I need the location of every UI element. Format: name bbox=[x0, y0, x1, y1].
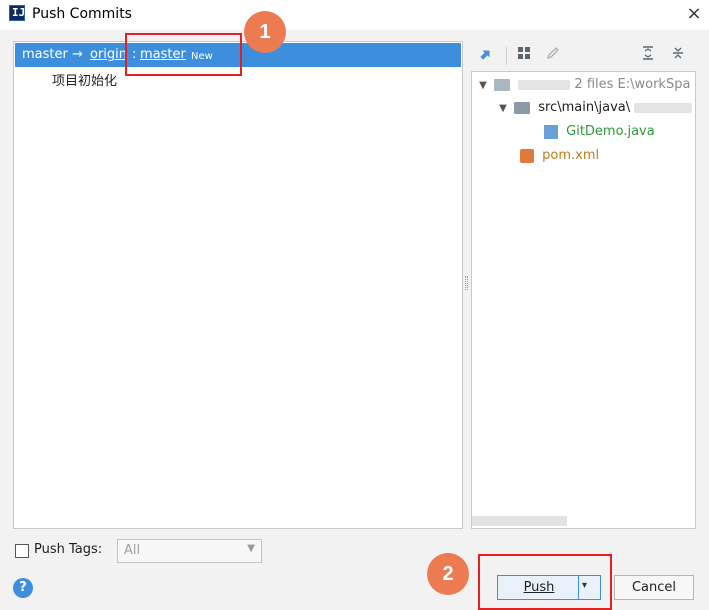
intellij-app-icon: IJ bbox=[9, 5, 25, 21]
push-tags-label: Push Tags: bbox=[34, 542, 103, 557]
push-tags-checkbox[interactable] bbox=[15, 544, 29, 558]
chevron-down-icon[interactable]: ▼ bbox=[496, 98, 510, 120]
expand-all-icon[interactable] bbox=[638, 46, 658, 66]
horizontal-scrollbar[interactable] bbox=[472, 516, 567, 526]
annotation-step-1: 1 bbox=[244, 11, 286, 53]
group-by-icon[interactable] bbox=[514, 46, 534, 66]
tree-file-row[interactable]: GitDemo.java bbox=[544, 121, 655, 143]
commits-panel: master → origin : master New 项目初始化 bbox=[13, 41, 463, 529]
local-branch: master bbox=[22, 47, 68, 62]
java-file-icon bbox=[544, 124, 558, 139]
xml-file-icon bbox=[520, 148, 534, 163]
cancel-button[interactable]: Cancel bbox=[614, 575, 694, 600]
redacted-name bbox=[518, 79, 571, 90]
tags-select[interactable]: All ▼ bbox=[117, 539, 262, 563]
edit-icon[interactable] bbox=[543, 46, 563, 66]
file-name: GitDemo.java bbox=[566, 124, 655, 139]
folder-path: src\main\java\ bbox=[538, 100, 631, 115]
redacted-path bbox=[634, 102, 693, 113]
annotation-step-2: 2 bbox=[427, 553, 469, 595]
tree-file-row[interactable]: pom.xml bbox=[520, 145, 599, 167]
window-title: Push Commits bbox=[32, 6, 132, 22]
tags-select-value: All bbox=[124, 543, 141, 558]
arrow-icon: → bbox=[72, 47, 83, 62]
annotation-box-1 bbox=[125, 33, 242, 76]
arrows-icon[interactable] bbox=[476, 46, 496, 66]
file-name: pom.xml bbox=[542, 148, 600, 163]
annotation-box-2 bbox=[478, 554, 612, 610]
module-folder-icon bbox=[494, 78, 511, 91]
tree-root-row[interactable]: ▼ 2 files E:\workSpa bbox=[476, 74, 690, 96]
help-icon[interactable]: ? bbox=[13, 578, 33, 598]
toolbar-separator bbox=[506, 47, 507, 65]
changed-files-panel: ▼ 2 files E:\workSpa ▼ src\main\java\ Gi… bbox=[471, 71, 696, 529]
close-icon[interactable]: × bbox=[684, 3, 704, 25]
files-toolbar bbox=[471, 41, 696, 71]
remote-link[interactable]: origin bbox=[90, 47, 127, 63]
collapse-all-icon[interactable] bbox=[668, 46, 688, 66]
splitter-handle[interactable] bbox=[465, 276, 468, 290]
commit-row[interactable]: 项目初始化 bbox=[52, 70, 117, 89]
root-summary: 2 files E:\workSpa bbox=[574, 77, 691, 92]
chevron-down-icon: ▼ bbox=[247, 543, 255, 554]
folder-icon bbox=[514, 101, 531, 114]
chevron-down-icon[interactable]: ▼ bbox=[476, 75, 490, 97]
tree-folder-row[interactable]: ▼ src\main\java\ bbox=[496, 97, 693, 120]
